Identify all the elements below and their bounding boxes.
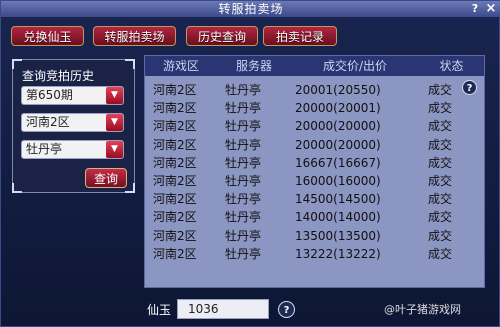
help-icon[interactable]: ? [462, 80, 477, 95]
cell-region: 河南2区 [153, 155, 197, 170]
header-server: 服务器 [235, 59, 272, 73]
cell-status: 成交 [428, 228, 453, 243]
panel-corner [125, 59, 135, 69]
search-button[interactable]: 查询 [85, 168, 127, 188]
header-price-bid: 成交价/出价 [322, 59, 388, 73]
cell-status: 成交 [428, 137, 453, 152]
cell-price: 20000(20001) [295, 101, 381, 116]
cell-server: 牡丹亭 [225, 210, 262, 225]
cell-server: 牡丹亭 [225, 246, 262, 261]
cell-price: 16667(16667) [295, 155, 381, 170]
table-row[interactable]: 河南2区 牡丹亭 20000(20000) 成交 [145, 135, 484, 155]
header-game-region: 游戏区 [162, 59, 199, 73]
cell-status: 成交 [428, 155, 453, 170]
table-row[interactable]: 河南2区 牡丹亭 14500(14500) 成交 [145, 189, 484, 209]
cell-status: 成交 [428, 246, 453, 261]
table-row[interactable]: 河南2区 牡丹亭 20001(20550) 成交 [145, 80, 484, 100]
table-row[interactable]: 河南2区 牡丹亭 13222(13222) 成交 [145, 244, 484, 264]
tab-auction-records[interactable]: 拍卖记录 [263, 26, 337, 46]
cell-price: 14500(14500) [295, 192, 381, 207]
cell-region: 河南2区 [153, 210, 197, 225]
cell-server: 牡丹亭 [225, 192, 262, 207]
cell-status: 成交 [428, 210, 453, 225]
table-row[interactable]: 河南2区 牡丹亭 16667(16667) 成交 [145, 153, 484, 173]
auction-window: 转服拍卖场 ? × 兑换仙玉 转服拍卖场 历史查询 拍卖记录 查询竞拍历史 第6… [0, 0, 500, 327]
panel-corner [12, 59, 22, 69]
table-row[interactable]: 河南2区 牡丹亭 16000(16000) 成交 [145, 171, 484, 191]
watermark: @叶子猪游戏网 [384, 303, 461, 316]
table-header: 游戏区 服务器 成交价/出价 状态 [145, 56, 484, 76]
cell-price: 20001(20550) [295, 83, 381, 97]
help-icon[interactable]: ? [278, 301, 295, 318]
cell-status: 成交 [428, 174, 453, 188]
cell-price: 13222(13222) [295, 246, 381, 261]
cell-server: 牡丹亭 [225, 101, 262, 116]
cell-price: 16000(16000) [295, 174, 381, 188]
close-icon[interactable]: × [484, 2, 498, 15]
help-icon[interactable]: ? [468, 2, 482, 15]
cell-server: 牡丹亭 [225, 174, 262, 188]
region-select[interactable]: 河南2区 ▼ [21, 113, 124, 132]
cell-region: 河南2区 [153, 228, 197, 243]
cell-status: 成交 [428, 101, 453, 116]
cell-server: 牡丹亭 [225, 119, 262, 134]
query-panel-title: 查询竞拍历史 [22, 69, 95, 83]
server-value: 牡丹亭 [26, 142, 63, 156]
chevron-down-icon[interactable]: ▼ [106, 114, 123, 131]
xianyu-balance-value: 1036 [188, 302, 219, 316]
cell-region: 河南2区 [153, 174, 197, 188]
table-row[interactable]: 河南2区 牡丹亭 14000(14000) 成交 [145, 207, 484, 227]
cell-region: 河南2区 [153, 192, 197, 207]
server-select[interactable]: 牡丹亭 ▼ [21, 140, 124, 159]
cell-price: 13500(13500) [295, 228, 381, 243]
chevron-down-icon[interactable]: ▼ [106, 141, 123, 158]
query-panel: 查询竞拍历史 第650期 ▼ 河南2区 ▼ 牡丹亭 ▼ 查询 [12, 59, 135, 193]
tab-exchange-xianyu[interactable]: 兑换仙玉 [11, 26, 84, 46]
cell-price: 20000(20000) [295, 119, 381, 134]
cell-region: 河南2区 [153, 101, 197, 116]
period-value: 第650期 [26, 88, 73, 102]
title-bar: 转服拍卖场 ? × [1, 1, 500, 17]
window-title: 转服拍卖场 [218, 2, 284, 16]
tab-transfer-auction[interactable]: 转服拍卖场 [93, 26, 176, 46]
cell-price: 14000(14000) [295, 210, 381, 225]
table-row[interactable]: 河南2区 牡丹亭 20000(20000) 成交 [145, 116, 484, 136]
cell-region: 河南2区 [153, 137, 197, 152]
chevron-down-icon[interactable]: ▼ [106, 87, 123, 104]
panel-corner [12, 183, 22, 193]
cell-region: 河南2区 [153, 119, 197, 134]
cell-status: 成交 [428, 119, 453, 134]
xianyu-balance-field: 1036 [177, 299, 269, 319]
cell-server: 牡丹亭 [225, 137, 262, 152]
cell-region: 河南2区 [153, 246, 197, 261]
cell-price: 20000(20000) [295, 137, 381, 152]
cell-region: 河南2区 [153, 83, 197, 97]
cell-status: 成交 [428, 192, 453, 207]
period-select[interactable]: 第650期 ▼ [21, 86, 124, 105]
xianyu-label: 仙玉 [147, 303, 172, 317]
cell-server: 牡丹亭 [225, 155, 262, 170]
tab-history-query[interactable]: 历史查询 [186, 26, 258, 46]
region-value: 河南2区 [26, 115, 70, 129]
cell-server: 牡丹亭 [225, 228, 262, 243]
header-status: 状态 [439, 59, 464, 73]
table-row[interactable]: 河南2区 牡丹亭 13500(13500) 成交 [145, 226, 484, 246]
history-table: 游戏区 服务器 成交价/出价 状态 河南2区 牡丹亭 20001(20550) 成交河… [144, 55, 485, 288]
cell-server: 牡丹亭 [225, 83, 262, 97]
table-row[interactable]: 河南2区 牡丹亭 20000(20001) 成交 [145, 98, 484, 118]
